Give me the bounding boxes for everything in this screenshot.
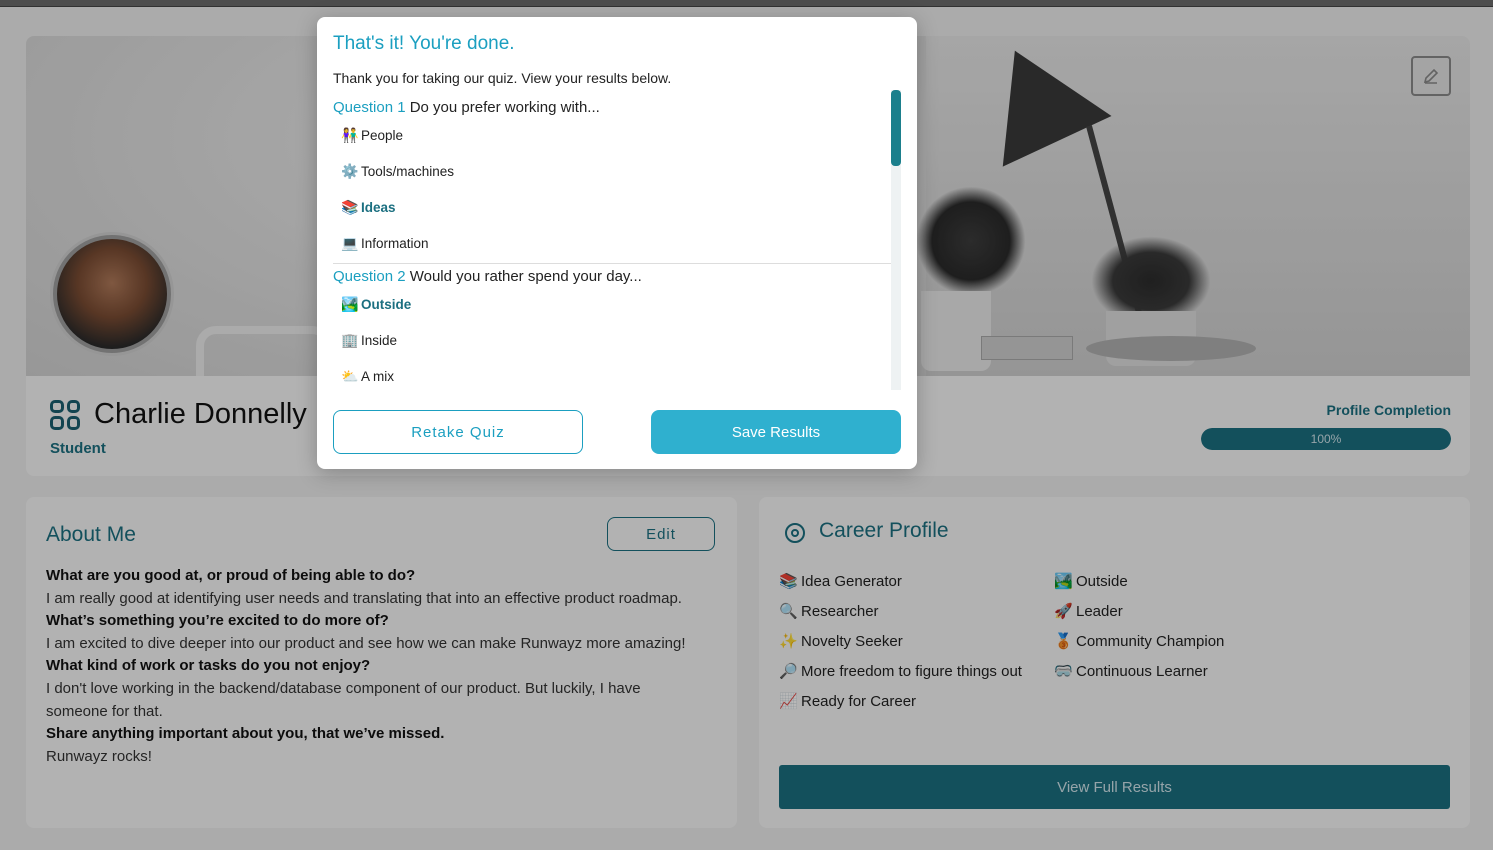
gear-icon: ⚙️ [341,163,359,179]
book-icon: 📚 [341,199,359,215]
option-label: A mix [361,369,395,384]
laptop-icon: 💻 [341,235,359,251]
scrollbar-thumb[interactable] [891,90,901,166]
building-icon: 🏢 [341,332,359,348]
quiz-option-selected: 📚 Ideas [333,197,891,233]
question-number: Question 2 [333,268,406,285]
question-heading: Question 2 Would you rather spend your d… [333,266,891,294]
question-heading: Question 1 Do you prefer working with... [333,97,891,125]
option-label: Information [361,236,429,251]
modal-title: That's it! You're done. [333,33,515,54]
quiz-option: 🏢 Inside [333,330,891,366]
question-text: Would you rather spend your day... [409,268,642,285]
landscape-icon: 🏞️ [341,296,359,312]
quiz-results-modal: That's it! You're done. Thank you for ta… [317,17,917,469]
quiz-option: ⛅ A mix [333,366,891,389]
quiz-option: 👫 People [333,125,891,161]
sun-cloud-icon: ⛅ [341,368,359,384]
option-label: Ideas [361,200,396,215]
question-number: Question 1 [333,99,406,116]
question-divider [333,263,891,264]
save-results-button[interactable]: Save Results [651,410,901,454]
quiz-results-list[interactable]: Question 1 Do you prefer working with...… [333,97,891,389]
retake-quiz-button[interactable]: Retake Quiz [333,410,583,454]
option-label: Inside [361,333,398,348]
option-label: People [361,128,404,143]
option-label: Outside [361,297,412,312]
quiz-option: 💻 Information [333,233,891,263]
modal-subtitle: Thank you for taking our quiz. View your… [333,70,672,86]
question-text: Do you prefer working with... [409,99,600,116]
people-icon: 👫 [341,127,359,143]
option-label: Tools/machines [361,164,455,179]
quiz-option-selected: 🏞️ Outside [333,294,891,330]
quiz-option: ⚙️ Tools/machines [333,161,891,197]
scrollbar[interactable] [891,90,901,390]
